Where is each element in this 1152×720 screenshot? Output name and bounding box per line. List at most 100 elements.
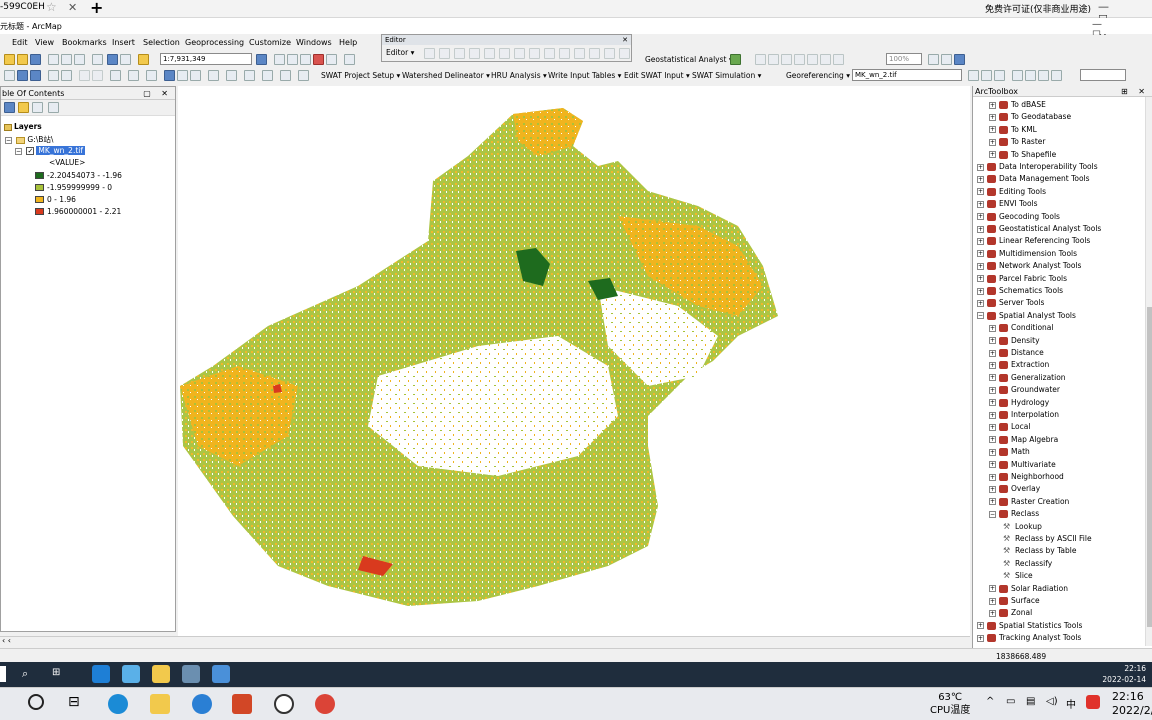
toolbox-item[interactable]: + Conditional — [989, 322, 1053, 334]
hru-analysis-menu[interactable]: HRU Analysis ▾ — [491, 71, 547, 80]
expand-icon[interactable]: + — [989, 361, 996, 369]
arctoolbox-panel-controls[interactable]: ⊞ ✕ — [1121, 86, 1149, 97]
toolbox-item[interactable]: + Geostatistical Analyst Tools — [977, 223, 1101, 235]
back-extent-icon[interactable] — [79, 70, 90, 81]
toolbox-item[interactable]: ⚒ Lookup — [1001, 521, 1042, 533]
layout-zoom-out-icon[interactable] — [781, 54, 792, 65]
geostat-wizard-icon[interactable] — [730, 54, 741, 65]
expand-icon[interactable]: + — [977, 237, 984, 245]
watershed-delineator-menu[interactable]: Watershed Delineator ▾ — [402, 71, 490, 80]
expand-icon[interactable]: + — [989, 411, 996, 419]
list-by-visibility-icon[interactable] — [32, 102, 43, 113]
expand-icon[interactable]: + — [989, 585, 996, 593]
obs-icon[interactable] — [274, 694, 294, 714]
toolbox-item[interactable]: ⚒ Reclassify — [1001, 558, 1052, 570]
clear-selection-icon[interactable] — [128, 70, 139, 81]
arccatalog-icon[interactable] — [212, 665, 230, 683]
python-icon[interactable] — [326, 54, 337, 65]
straight-segment-icon[interactable] — [454, 48, 465, 59]
toolbox-item[interactable]: ⚒ Reclass by ASCII File — [1001, 533, 1092, 545]
undo-icon[interactable] — [107, 54, 118, 65]
collapse-icon[interactable]: − — [977, 312, 984, 320]
file-explorer-icon[interactable] — [152, 665, 170, 683]
remote-tab-title[interactable]: -599C0EH — [0, 2, 45, 12]
measure-icon[interactable] — [208, 70, 219, 81]
collapse-icon[interactable]: − — [15, 147, 22, 155]
list-by-source-icon[interactable] — [18, 102, 29, 113]
toc-panel-controls[interactable]: ▢ ✕ — [143, 87, 172, 100]
save-icon[interactable] — [30, 54, 41, 65]
expand-icon[interactable]: + — [989, 113, 996, 121]
expand-icon[interactable]: + — [977, 225, 984, 233]
change-layout-icon[interactable] — [954, 54, 965, 65]
select-elements-icon[interactable] — [146, 70, 157, 81]
file-explorer-icon[interactable] — [150, 694, 170, 714]
layer-name[interactable]: MK_wn_2.tif — [36, 146, 85, 155]
split-icon[interactable] — [529, 48, 540, 59]
expand-icon[interactable]: + — [977, 163, 984, 171]
legend-swatch-orange[interactable] — [35, 196, 44, 203]
expand-icon[interactable]: + — [977, 188, 984, 196]
toolbox-item[interactable]: + Data Management Tools — [977, 173, 1090, 185]
toolbox-item[interactable]: + To Geodatabase — [989, 111, 1071, 123]
edit-tool-icon[interactable] — [424, 48, 435, 59]
toolbox-item[interactable]: + Schematics Tools — [977, 285, 1063, 297]
layout-full-icon[interactable] — [807, 54, 818, 65]
editor-toolbar-icon[interactable] — [256, 54, 267, 65]
toolbox-item[interactable]: + Math — [989, 446, 1030, 458]
html-popup-icon[interactable] — [244, 70, 255, 81]
expand-icon[interactable]: + — [977, 275, 984, 283]
expand-icon[interactable]: + — [989, 138, 996, 146]
expand-icon[interactable]: + — [989, 597, 996, 605]
toggle-draft-icon[interactable] — [928, 54, 939, 65]
toolbox-item[interactable]: + Groundwater — [989, 384, 1060, 396]
legend-swatch-dark-green[interactable] — [35, 172, 44, 179]
input-method[interactable]: 中 — [1066, 696, 1076, 711]
geostatistical-analyst-menu[interactable]: Geostatistical Analyst ▾ — [645, 55, 733, 64]
start-button-icon[interactable] — [0, 666, 6, 682]
chrome-icon[interactable] — [315, 694, 335, 714]
options-icon[interactable] — [48, 102, 59, 113]
expand-icon[interactable]: + — [989, 349, 996, 357]
catalog-icon[interactable] — [287, 54, 298, 65]
toolbox-item[interactable]: + Local — [989, 421, 1030, 433]
toolbox-item[interactable]: + ENVI Tools — [977, 198, 1038, 210]
folder-node[interactable]: − G:\B站\ — [5, 134, 53, 145]
toolbox-item[interactable]: + Hydrology — [989, 397, 1049, 409]
cut-icon[interactable] — [48, 54, 59, 65]
editor-menu[interactable]: Editor ▾ — [386, 48, 414, 57]
zoom-in-icon[interactable] — [4, 70, 15, 81]
select-features-icon[interactable] — [110, 70, 121, 81]
expand-icon[interactable]: + — [989, 399, 996, 407]
arcmap-task-icon[interactable] — [182, 665, 200, 683]
expand-icon[interactable]: + — [989, 473, 996, 481]
menu-view[interactable]: View — [35, 38, 54, 47]
paste-icon[interactable] — [74, 54, 85, 65]
layout-zoom-combo[interactable]: 100% — [886, 53, 922, 65]
hyperlink-icon[interactable] — [226, 70, 237, 81]
toolbox-item[interactable]: + Overlay — [989, 483, 1040, 495]
georeferencing-layer-combo[interactable]: MK_wn_2.tif — [852, 69, 962, 81]
toolbox-item[interactable]: + Generalization — [989, 372, 1066, 384]
open-icon[interactable] — [17, 54, 28, 65]
close-tab-icon[interactable]: ✕ — [68, 1, 77, 14]
legend-swatch-yellow-green[interactable] — [35, 184, 44, 191]
editor-more-icon[interactable] — [619, 48, 630, 59]
toolbox-item[interactable]: + Multidimension Tools — [977, 248, 1077, 260]
expand-icon[interactable]: + — [989, 324, 996, 332]
expand-icon[interactable]: + — [977, 250, 984, 258]
copy-icon[interactable] — [61, 54, 72, 65]
toolbox-item[interactable]: + Spatial Statistics Tools — [977, 620, 1082, 632]
new-tab-icon[interactable]: + — [90, 0, 103, 17]
redo-icon[interactable] — [120, 54, 131, 65]
expand-icon[interactable]: + — [989, 151, 996, 159]
toolbox-item[interactable]: + Server Tools — [977, 297, 1044, 309]
menu-windows[interactable]: Windows — [296, 38, 332, 47]
rotate-icon[interactable] — [544, 48, 555, 59]
star-icon[interactable]: ☆ — [46, 0, 57, 14]
rotate-georef-icon[interactable] — [968, 70, 979, 81]
edge-icon[interactable] — [108, 694, 128, 714]
tray-expand-icon[interactable]: ^ — [986, 696, 994, 707]
layer-visibility-checkbox[interactable]: ✓ — [26, 147, 35, 155]
layout-pan-icon[interactable] — [794, 54, 805, 65]
